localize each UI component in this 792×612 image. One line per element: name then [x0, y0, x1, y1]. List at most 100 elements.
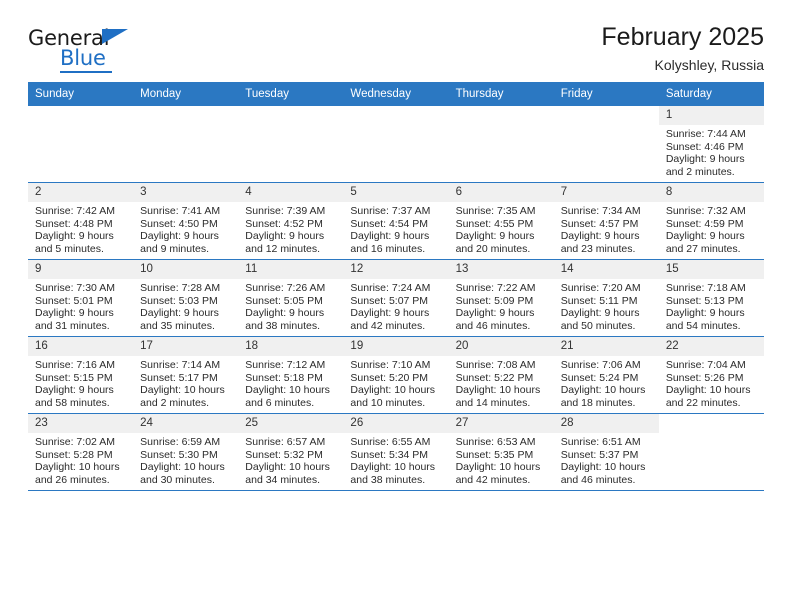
calendar-day-cell[interactable]: 2 Sunrise: 7:42 AM Sunset: 4:48 PM Daylight…	[28, 182, 134, 260]
calendar-day-cell[interactable]: 19 Sunrise: 7:10 AM Sunset: 5:20 PM Dayligh…	[343, 336, 449, 414]
detail-daylight-1-text: Daylight: 9 hours	[350, 230, 430, 243]
detail-daylight-2-text: and 18 minutes.	[560, 396, 636, 409]
day-cell-inner	[238, 106, 343, 182]
day-sun-details: Sunrise: 7:34 AM Sunset: 4:57 PM Daylight:…	[554, 202, 659, 255]
detail-daylight-2-text: and 9 minutes.	[140, 242, 210, 255]
calendar-week-row: 23 Sunrise: 7:02 AM Sunset: 5:28 PM Dayligh…	[28, 413, 764, 491]
detail-sunrise-text: Sunrise: 7:30 AM	[35, 282, 115, 294]
calendar-day-cell[interactable]: 4 Sunrise: 7:39 AM Sunset: 4:52 PM Daylight…	[238, 182, 344, 260]
detail-sunset-text: Sunset: 4:52 PM	[245, 217, 323, 230]
day-sun-details: Sunrise: 7:37 AM Sunset: 4:54 PM Daylight:…	[343, 202, 448, 255]
day-sun-details: Sunrise: 7:12 AM Sunset: 5:18 PM Daylight:…	[238, 356, 343, 409]
detail-sunrise-text: Sunrise: 7:06 AM	[560, 359, 641, 371]
calendar-day-cell[interactable]: 20 Sunrise: 7:08 AM Sunset: 5:22 PM Dayligh…	[448, 336, 554, 414]
day-cell-inner: 24 Sunrise: 6:59 AM Sunset: 5:30 PM Dayligh…	[133, 414, 239, 490]
calendar-day-cell[interactable]: 23 Sunrise: 7:02 AM Sunset: 5:28 PM Dayligh…	[28, 413, 134, 491]
day-number: 16	[28, 337, 134, 356]
day-sun-details: Sunrise: 7:06 AM Sunset: 5:24 PM Daylight:…	[554, 356, 659, 409]
logo-underline	[60, 71, 112, 73]
day-cell-inner: 26 Sunrise: 6:55 AM Sunset: 5:34 PM Dayligh…	[343, 414, 449, 490]
detail-daylight-1-text: Daylight: 9 hours	[455, 307, 535, 320]
detail-daylight-2-text: and 42 minutes.	[350, 319, 426, 332]
calendar-day-cell[interactable]: 10 Sunrise: 7:28 AM Sunset: 5:03 PM Dayligh…	[133, 259, 239, 337]
detail-sunset-text: Sunset: 4:46 PM	[665, 140, 744, 153]
day-number: 19	[343, 337, 449, 356]
day-sun-details: Sunrise: 7:04 AM Sunset: 5:26 PM Daylight:…	[659, 356, 764, 409]
detail-sunset-text: Sunset: 5:20 PM	[350, 371, 429, 384]
calendar-day-cell[interactable]: 3 Sunrise: 7:41 AM Sunset: 4:50 PM Daylight…	[133, 182, 239, 260]
day-sun-details: Sunrise: 7:42 AM Sunset: 4:48 PM Daylight:…	[28, 202, 133, 255]
detail-daylight-1-text: Daylight: 9 hours	[455, 230, 535, 243]
day-cell-inner: 13 Sunrise: 7:22 AM Sunset: 5:09 PM Dayligh…	[448, 260, 554, 336]
day-cell-inner: 8 Sunrise: 7:32 AM Sunset: 4:59 PM Daylight…	[658, 183, 764, 259]
calendar-day-cell[interactable]: 22 Sunrise: 7:04 AM Sunset: 5:26 PM Dayligh…	[658, 336, 764, 414]
day-sun-details: Sunrise: 7:14 AM Sunset: 5:17 PM Daylight:…	[133, 356, 238, 409]
calendar-body: 1 Sunrise: 7:44 AM Sunset: 4:46 PM Daylight…	[28, 106, 764, 491]
calendar-day-cell[interactable]: 14 Sunrise: 7:20 AM Sunset: 5:11 PM Dayligh…	[553, 259, 659, 337]
calendar-day-cell[interactable]: 17 Sunrise: 7:14 AM Sunset: 5:17 PM Dayligh…	[133, 336, 239, 414]
detail-daylight-1-text: Daylight: 9 hours	[665, 153, 745, 166]
day-cell-inner: 4 Sunrise: 7:39 AM Sunset: 4:52 PM Daylight…	[238, 183, 344, 259]
day-number: 6	[448, 183, 554, 202]
calendar-day-cell[interactable]: 5 Sunrise: 7:37 AM Sunset: 4:54 PM Daylight…	[343, 182, 449, 260]
detail-sunrise-text: Sunrise: 7:18 AM	[665, 282, 746, 294]
detail-sunset-text: Sunset: 4:59 PM	[665, 217, 744, 230]
day-number: 12	[343, 260, 449, 279]
calendar-day-cell[interactable]: 1 Sunrise: 7:44 AM Sunset: 4:46 PM Daylight…	[658, 106, 764, 183]
calendar-day-cell[interactable]: 6 Sunrise: 7:35 AM Sunset: 4:55 PM Daylight…	[448, 182, 554, 260]
detail-daylight-1-text: Daylight: 10 hours	[140, 461, 225, 474]
calendar-day-cell[interactable]: 9 Sunrise: 7:30 AM Sunset: 5:01 PM Daylight…	[28, 259, 134, 337]
calendar-day-cell[interactable]: 18 Sunrise: 7:12 AM Sunset: 5:18 PM Dayligh…	[238, 336, 344, 414]
calendar-day-cell[interactable]: 15 Sunrise: 7:18 AM Sunset: 5:13 PM Dayligh…	[658, 259, 764, 337]
day-sun-details: Sunrise: 7:26 AM Sunset: 5:05 PM Daylight:…	[238, 279, 343, 332]
detail-daylight-2-text: and 30 minutes.	[140, 473, 215, 486]
detail-daylight-2-text: and 20 minutes.	[455, 242, 531, 255]
day-sun-details: Sunrise: 7:20 AM Sunset: 5:11 PM Daylight:…	[554, 279, 659, 332]
detail-daylight-2-text: and 50 minutes.	[560, 319, 636, 332]
detail-sunset-text: Sunset: 5:32 PM	[245, 448, 323, 461]
day-number: 11	[238, 260, 344, 279]
detail-daylight-2-text: and 2 minutes.	[140, 396, 210, 409]
calendar-cell-empty	[238, 106, 344, 183]
day-number: 24	[133, 414, 239, 433]
day-cell-inner: 14 Sunrise: 7:20 AM Sunset: 5:11 PM Dayligh…	[553, 260, 659, 336]
detail-daylight-2-text: and 27 minutes.	[665, 242, 741, 255]
detail-sunset-text: Sunset: 4:55 PM	[455, 217, 534, 230]
day-number: 15	[658, 260, 764, 279]
detail-daylight-2-text: and 31 minutes.	[35, 319, 110, 332]
day-number: 28	[553, 414, 659, 433]
calendar-cell-empty	[658, 413, 764, 491]
day-cell-inner: 12 Sunrise: 7:24 AM Sunset: 5:07 PM Dayligh…	[343, 260, 449, 336]
calendar-day-cell[interactable]: 28 Sunrise: 6:51 AM Sunset: 5:37 PM Dayligh…	[553, 413, 659, 491]
calendar-day-cell[interactable]: 21 Sunrise: 7:06 AM Sunset: 5:24 PM Dayligh…	[553, 336, 659, 414]
day-sun-details: Sunrise: 6:57 AM Sunset: 5:32 PM Daylight:…	[238, 433, 343, 486]
detail-daylight-1-text: Daylight: 9 hours	[665, 230, 745, 243]
calendar-day-cell[interactable]: 24 Sunrise: 6:59 AM Sunset: 5:30 PM Dayligh…	[133, 413, 239, 491]
general-blue-logo[interactable]: General Blue	[28, 26, 148, 74]
calendar-day-cell[interactable]: 27 Sunrise: 6:53 AM Sunset: 5:35 PM Dayligh…	[448, 413, 554, 491]
day-cell-inner: 2 Sunrise: 7:42 AM Sunset: 4:48 PM Daylight…	[28, 183, 134, 259]
detail-sunset-text: Sunset: 5:34 PM	[350, 448, 429, 461]
detail-sunrise-text: Sunrise: 7:44 AM	[665, 128, 746, 140]
day-cell-inner	[449, 106, 554, 182]
calendar-day-cell[interactable]: 7 Sunrise: 7:34 AM Sunset: 4:57 PM Daylight…	[553, 182, 659, 260]
calendar-day-cell[interactable]: 13 Sunrise: 7:22 AM Sunset: 5:09 PM Dayligh…	[448, 259, 554, 337]
detail-daylight-2-text: and 46 minutes.	[560, 473, 636, 486]
day-sun-details: Sunrise: 6:51 AM Sunset: 5:37 PM Daylight:…	[554, 433, 659, 486]
calendar-day-cell[interactable]: 25 Sunrise: 6:57 AM Sunset: 5:32 PM Dayligh…	[238, 413, 344, 491]
day-sun-details: Sunrise: 6:55 AM Sunset: 5:34 PM Daylight:…	[343, 433, 448, 486]
page-title: February 2025	[601, 23, 764, 51]
detail-daylight-1-text: Daylight: 10 hours	[560, 384, 646, 397]
detail-sunset-text: Sunset: 5:15 PM	[35, 371, 113, 384]
day-sun-details: Sunrise: 7:30 AM Sunset: 5:01 PM Daylight:…	[28, 279, 133, 332]
detail-sunrise-text: Sunrise: 6:55 AM	[350, 436, 431, 448]
calendar-day-cell[interactable]: 8 Sunrise: 7:32 AM Sunset: 4:59 PM Daylight…	[658, 182, 764, 260]
detail-daylight-1-text: Daylight: 10 hours	[455, 461, 541, 474]
day-cell-inner: 1 Sunrise: 7:44 AM Sunset: 4:46 PM Daylight…	[658, 106, 764, 182]
calendar-day-cell[interactable]: 26 Sunrise: 6:55 AM Sunset: 5:34 PM Dayligh…	[343, 413, 449, 491]
detail-daylight-1-text: Daylight: 10 hours	[140, 384, 225, 397]
calendar-day-cell[interactable]: 12 Sunrise: 7:24 AM Sunset: 5:07 PM Dayligh…	[343, 259, 449, 337]
calendar-cell-empty	[553, 106, 659, 183]
calendar-day-cell[interactable]: 16 Sunrise: 7:16 AM Sunset: 5:15 PM Dayligh…	[28, 336, 134, 414]
calendar-day-cell[interactable]: 11 Sunrise: 7:26 AM Sunset: 5:05 PM Dayligh…	[238, 259, 344, 337]
